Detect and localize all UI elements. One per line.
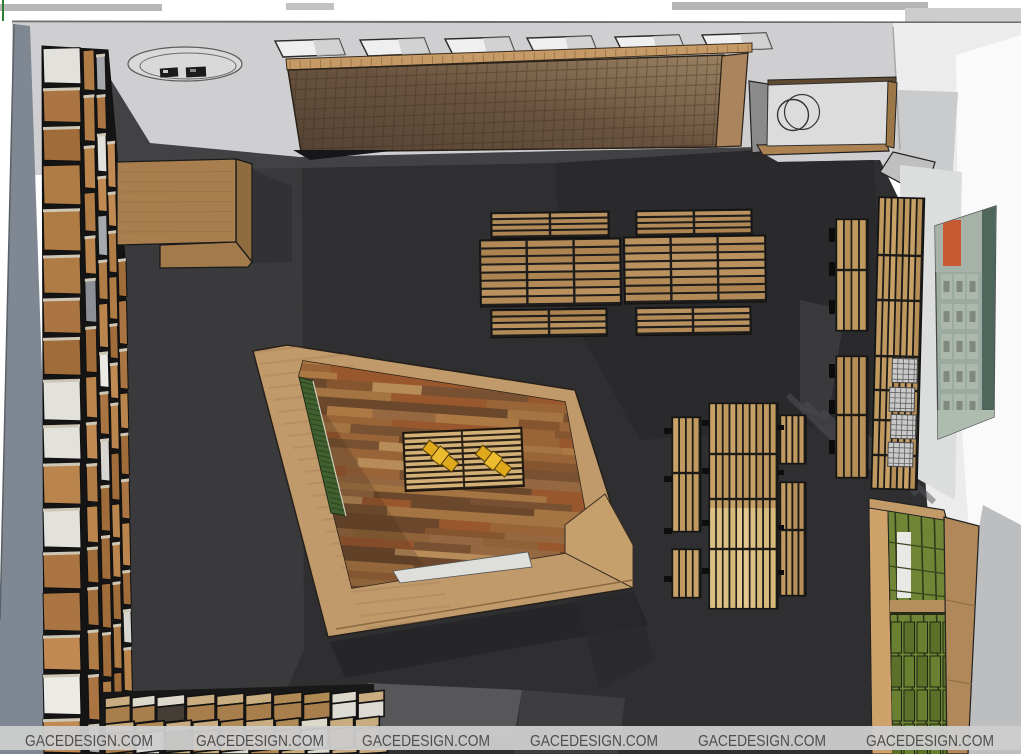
svg-text:GACEDESIGN.COM: GACEDESIGN.COM: [698, 733, 826, 750]
svg-text:GACEDESIGN.COM: GACEDESIGN.COM: [196, 733, 324, 750]
svg-text:GACEDESIGN.COM: GACEDESIGN.COM: [530, 733, 658, 750]
svg-text:GACEDESIGN.COM: GACEDESIGN.COM: [866, 733, 994, 750]
svg-text:GACEDESIGN.COM: GACEDESIGN.COM: [362, 733, 490, 750]
svg-text:GACEDESIGN.COM: GACEDESIGN.COM: [25, 733, 153, 750]
